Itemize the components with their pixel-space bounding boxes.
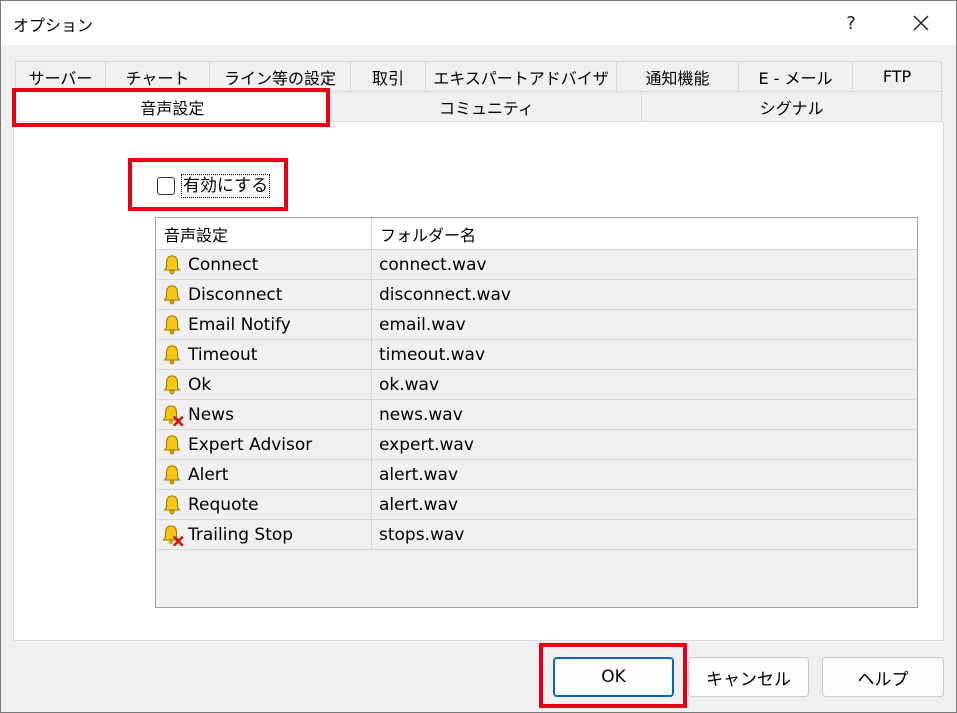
tab-ftp[interactable]: FTP xyxy=(853,61,942,91)
event-name: Expert Advisor xyxy=(188,434,313,455)
event-name: Email Notify xyxy=(188,314,291,335)
tab-trade[interactable]: 取引 xyxy=(351,61,426,91)
tab-chart[interactable]: チャート xyxy=(106,61,210,91)
bell-disabled-icon xyxy=(162,524,184,546)
table-row[interactable]: Alert alert.wav xyxy=(156,460,917,490)
event-cell[interactable]: News xyxy=(156,400,372,429)
file-cell[interactable]: connect.wav xyxy=(372,250,917,279)
tab-signals[interactable]: シグナル xyxy=(642,91,942,121)
event-cell[interactable]: Requote xyxy=(156,490,372,519)
file-cell[interactable]: ok.wav xyxy=(372,370,917,399)
tab-sounds[interactable]: 音声設定 xyxy=(14,91,332,121)
window-title: オプション xyxy=(13,16,94,35)
enable-sounds[interactable]: 有効にする xyxy=(157,173,271,199)
bell-icon xyxy=(162,284,182,306)
event-cell[interactable]: Expert Advisor xyxy=(156,430,372,459)
tab-row-2: 音声設定 コミュニティ シグナル xyxy=(13,91,942,121)
tab-community[interactable]: コミュニティ xyxy=(331,91,643,121)
event-name: Ok xyxy=(188,374,212,395)
close-icon[interactable] xyxy=(897,1,945,45)
options-dialog: オプション ? サーバー チャート ライン等の設定 取引 エキスパートアドバイザ… xyxy=(0,0,957,713)
title-bar: オプション ? xyxy=(1,1,956,45)
bell-icon xyxy=(162,254,182,276)
table-row[interactable]: Email Notify email.wav xyxy=(156,310,917,340)
table-row[interactable]: Ok ok.wav xyxy=(156,370,917,400)
file-cell[interactable]: news.wav xyxy=(372,400,917,429)
tab-objects[interactable]: ライン等の設定 xyxy=(210,61,351,91)
ok-button[interactable]: OK xyxy=(553,657,674,697)
enable-label[interactable]: 有効にする xyxy=(181,174,271,198)
event-name: Disconnect xyxy=(188,284,283,305)
tab-expert-advisors[interactable]: エキスパートアドバイザ xyxy=(426,61,617,91)
event-name: Trailing Stop xyxy=(188,524,294,545)
event-name: Alert xyxy=(188,464,229,485)
event-name: News xyxy=(188,404,234,425)
event-cell[interactable]: Ok xyxy=(156,370,372,399)
table-row[interactable]: Connect connect.wav xyxy=(156,250,917,280)
bell-icon xyxy=(162,344,182,366)
table-row[interactable]: Timeout timeout.wav xyxy=(156,340,917,370)
event-name: Timeout xyxy=(188,344,258,365)
tab-server[interactable]: サーバー xyxy=(16,61,106,91)
bell-icon xyxy=(162,464,182,486)
bell-disabled-icon xyxy=(162,404,184,426)
tab-row-1: サーバー チャート ライン等の設定 取引 エキスパートアドバイザ 通知機能 E … xyxy=(15,61,942,91)
file-cell[interactable]: email.wav xyxy=(372,310,917,339)
event-cell[interactable]: Alert xyxy=(156,460,372,489)
file-cell[interactable]: timeout.wav xyxy=(372,340,917,369)
table-row[interactable]: Requote alert.wav xyxy=(156,490,917,520)
file-cell[interactable]: alert.wav xyxy=(372,490,917,519)
file-cell[interactable]: expert.wav xyxy=(372,430,917,459)
tab-notifications[interactable]: 通知機能 xyxy=(617,61,739,91)
file-cell[interactable]: stops.wav xyxy=(372,520,917,549)
table-body: Connect connect.wav Disconnect disconnect.… xyxy=(156,250,917,550)
file-cell[interactable]: alert.wav xyxy=(372,460,917,489)
bell-icon xyxy=(162,434,182,456)
event-cell[interactable]: Email Notify xyxy=(156,310,372,339)
bell-icon xyxy=(162,374,182,396)
help-icon[interactable]: ? xyxy=(827,1,875,45)
table-row[interactable]: News news.wav xyxy=(156,400,917,430)
event-cell[interactable]: Trailing Stop xyxy=(156,520,372,549)
event-name: Connect xyxy=(188,254,259,275)
event-name: Requote xyxy=(188,494,259,515)
table-row[interactable]: Disconnect disconnect.wav xyxy=(156,280,917,310)
bell-icon xyxy=(162,494,182,516)
event-cell[interactable]: Connect xyxy=(156,250,372,279)
sound-events-table[interactable]: 音声設定 フォルダー名 Connect connect.wav Disconnec… xyxy=(155,217,918,608)
column-header-event[interactable]: 音声設定 xyxy=(156,218,372,249)
table-row[interactable]: Expert Advisor expert.wav xyxy=(156,430,917,460)
help-button[interactable]: ヘルプ xyxy=(822,657,944,697)
table-row[interactable]: Trailing Stop stops.wav xyxy=(156,520,917,550)
enable-checkbox[interactable] xyxy=(157,177,175,195)
table-header: 音声設定 フォルダー名 xyxy=(156,218,917,250)
tab-email[interactable]: E - メール xyxy=(739,61,853,91)
bell-icon xyxy=(162,314,182,336)
event-cell[interactable]: Timeout xyxy=(156,340,372,369)
event-cell[interactable]: Disconnect xyxy=(156,280,372,309)
column-header-file[interactable]: フォルダー名 xyxy=(372,218,917,249)
file-cell[interactable]: disconnect.wav xyxy=(372,280,917,309)
cancel-button[interactable]: キャンセル xyxy=(688,657,809,697)
